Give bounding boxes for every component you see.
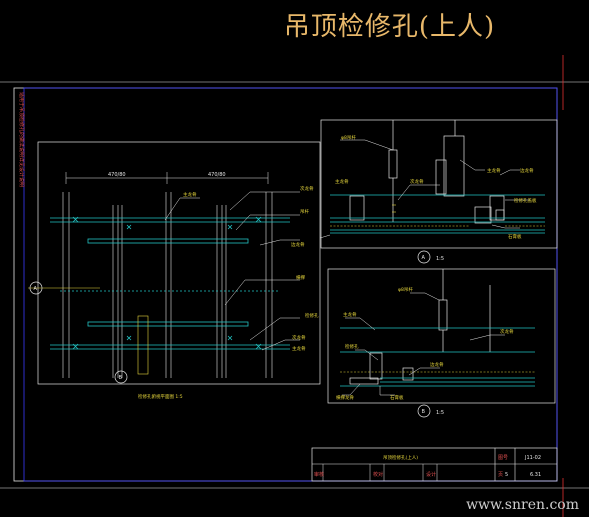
title-block-row2-2: 校对 — [373, 471, 383, 478]
section-b: φ8吊杆 主龙骨 次龙骨 检修孔 边龙骨 石膏板 横撑龙骨 B 1:5 — [327, 268, 556, 418]
title-block-row2-3: 设计 — [426, 471, 436, 478]
section-b-label-5: 边龙骨 — [430, 361, 444, 368]
section-a-label-6: 检修孔盖板 — [514, 197, 537, 204]
plan-dim-1: 470/80 — [108, 172, 126, 178]
plan-label-3: 吊杆 — [300, 208, 309, 215]
title-block: 吊顶检修孔(上人) 图号 J11-02 审核 校对 设计 页 5 6.31 — [311, 447, 558, 482]
marker-b: B — [422, 409, 426, 415]
section-a-label-4: 主龙骨 — [487, 167, 501, 174]
plan-dim-2: 470/80 — [208, 172, 226, 178]
title-block-row2-1: 审核 — [314, 471, 324, 478]
title-block-code: J11-02 — [524, 455, 541, 461]
section-a-scale: 1:5 — [436, 256, 444, 262]
section-b-scale: 1:5 — [436, 410, 444, 416]
marker-b-plan: B — [119, 375, 123, 381]
title-block-name: 吊顶检修孔(上人) — [383, 454, 418, 461]
section-b-label-3: 次龙骨 — [500, 328, 514, 335]
plan-label-5: 横撑 — [296, 274, 305, 281]
section-b-label-7: 横撑龙骨 — [336, 394, 354, 401]
marker-a-plan: A — [34, 286, 38, 292]
plan-view: 470/80 470/80 主龙骨 次龙骨 吊杆 边龙骨 横撑 检修孔 次龙骨 … — [28, 141, 321, 400]
plan-caption: 检修孔俯视平面图 1:5 — [138, 393, 183, 400]
plan-label-2: 次龙骨 — [300, 185, 314, 192]
plan-label-4: 边龙骨 — [291, 241, 305, 248]
section-a-label-5: 边龙骨 — [520, 167, 534, 174]
section-b-label-4: 检修孔 — [345, 343, 359, 350]
title-block-code-label: 图号 — [498, 455, 508, 461]
title-block-page: 6.31 — [530, 472, 541, 478]
plan-label-1: 主龙骨 — [183, 191, 197, 198]
title-block-row2-4: 页 — [498, 472, 503, 478]
section-a: φ8吊杆 主龙骨 次龙骨 主龙骨 边龙骨 检修孔盖板 石膏板 A 1:5 — [319, 119, 558, 264]
section-a-label-7: 石膏板 — [508, 233, 522, 240]
plan-label-6: 检修孔 — [305, 312, 319, 319]
side-note: 适用于吊顶检修孔的做法说明详见设计说明 — [18, 92, 25, 187]
plan-label-7: 次龙骨 — [292, 334, 306, 341]
marker-a: A — [422, 255, 426, 261]
cad-drawing: 适用于吊顶检修孔的做法说明详见设计说明 470/80 470/80 主龙骨 次龙… — [0, 55, 589, 517]
section-a-label-2: 主龙骨 — [335, 178, 349, 185]
title-block-row2-value: 5 — [505, 472, 508, 478]
plan-label-8: 主龙骨 — [292, 345, 306, 352]
watermark: www.snren.com — [466, 497, 579, 513]
section-b-label-6: 石膏板 — [390, 394, 404, 401]
section-a-label-1: φ8吊杆 — [341, 134, 356, 141]
section-b-label-1: φ8吊杆 — [398, 286, 413, 293]
section-b-label-2: 主龙骨 — [343, 311, 357, 318]
section-a-label-3: 次龙骨 — [410, 178, 424, 185]
